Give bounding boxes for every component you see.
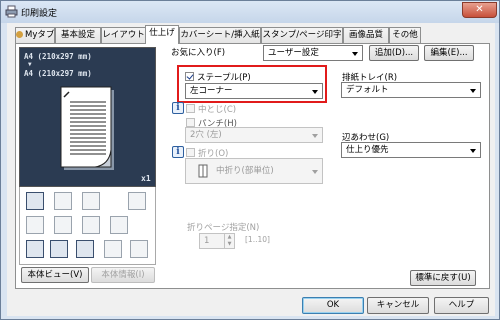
punch-select: 2穴 (左) [185,127,323,143]
fold-page-label: 折りページ指定(N) [187,223,260,233]
tab-layout[interactable]: レイアウト [101,27,146,43]
favorites-value: ユーザー設定 [268,48,319,58]
trash-icon [130,240,148,258]
scanner-icon [50,240,68,258]
chevron-down-icon [312,134,318,138]
device-option-icons [19,187,156,265]
chevron-down-icon [470,89,476,93]
tab-label: Myタブ [25,30,55,40]
tab-basic[interactable]: 基本設定 [55,27,101,43]
punch-checkbox [186,118,195,127]
edit-favorite-button[interactable]: 編集(E)... [424,45,474,61]
finisher-icon[interactable] [26,192,44,210]
center-staple-label: 中とじ(C) [198,105,237,115]
title-bar: 印刷設定 ✕ [1,1,499,23]
printer-body-icon [26,240,44,258]
text-page-icon [82,216,100,234]
tab-strip: Myタブ 基本設定 レイアウト 仕上げ カバーシート/挿入紙 スタンプ/ページ印… [15,25,485,44]
staple-checkbox[interactable] [185,72,194,81]
preview-output-size: A4 (210x297 mm) [24,69,92,78]
favorites-select[interactable]: ユーザー設定 [263,45,363,61]
chevron-down-icon [312,170,318,174]
output-tray-value: デフォルト [346,85,389,95]
copy-icon [82,192,100,210]
fold-page-spinner: 1 ▲ ▼ [199,233,235,249]
print-settings-window: 印刷設定 ✕ Myタブ 基本設定 レイアウト 仕上げ カバーシート/挿入紙 スタ… [0,0,500,320]
tab-finishing[interactable]: 仕上げ [145,25,179,44]
paper-output-icon [104,240,122,258]
window-title: 印刷設定 [21,9,58,19]
punch-value: 2穴 (左) [190,130,222,140]
chevron-down-icon [352,52,358,56]
chevron-down-icon [312,90,318,94]
restore-defaults-button[interactable]: 標準に戻す(U) [410,270,476,286]
fold-icon [198,164,208,178]
close-button[interactable]: ✕ [462,2,497,18]
output-tray-select[interactable]: デフォルト [341,82,481,98]
tab-my-tab[interactable]: Myタブ [15,27,55,43]
collate-value: 仕上り優先 [346,145,389,155]
staple-position-select[interactable]: 左コーナー [185,83,323,99]
fold-page-range: [1..10] [245,235,270,244]
body-view-button[interactable]: 本体ビュー(V) [21,267,89,283]
preview-copies: x1 [141,174,151,183]
book-icon [110,216,128,234]
tray-icon [26,216,44,234]
spinner-arrows-icon: ▲ ▼ [224,234,234,248]
preview-arrow-icon: ▼ [28,61,32,68]
center-staple-checkbox [186,104,195,113]
tab-image-quality[interactable]: 画像品質 [343,27,389,43]
chevron-down-icon [470,149,476,153]
cancel-button[interactable]: キャンセル [367,297,429,314]
staple-label: ステープル(P) [197,73,251,83]
collate-select[interactable]: 仕上り優先 [341,142,481,158]
stapler-icon [128,192,146,210]
document-stack-icon [54,216,72,234]
fold-page-value: 1 [204,236,210,246]
document-preview-icon [60,86,114,170]
user-icon [16,31,23,38]
add-favorite-button[interactable]: 追加(D)... [369,45,419,61]
body-info-button: 本体情報(I) [91,267,155,283]
punch-unit-icon [54,192,72,210]
preview-original-size: A4 (210x297 mm) [24,52,92,61]
fold-value: 中折り(部単位) [216,166,274,176]
staple-value: 左コーナー [190,86,233,96]
help-button[interactable]: ヘルプ [434,297,489,314]
tab-stamp[interactable]: スタンプ/ページ印字 [261,27,343,43]
fold-select: 中折り(部単位) [185,158,323,184]
paper-preview: A4 (210x297 mm) ▼ A4 (210x297 mm) x1 [19,47,156,187]
tab-cover-sheet[interactable]: カバーシート/挿入紙 [179,27,261,43]
fold-checkbox [186,148,195,157]
printer-icon [5,5,18,18]
ok-button[interactable]: OK [302,297,364,314]
tab-other[interactable]: その他 [389,27,421,43]
info-icon[interactable]: i [172,146,184,158]
info-icon[interactable]: i [172,102,184,114]
favorites-label: お気に入り(F) [171,48,226,58]
user-auth-icon [76,240,94,258]
